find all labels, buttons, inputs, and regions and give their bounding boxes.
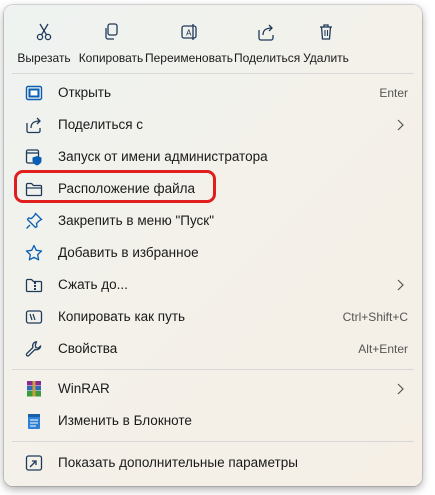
trash-icon: [320, 24, 332, 40]
delete-button[interactable]: Удалить: [301, 21, 351, 67]
menu-item-label: Добавить в избранное: [58, 245, 199, 260]
star-icon: [25, 244, 43, 261]
notepad-icon: [28, 414, 40, 429]
shortcut: Ctrl+Shift+C: [342, 310, 408, 324]
rename-label: Переименовать: [145, 51, 233, 65]
shortcut: Alt+Enter: [358, 342, 408, 356]
menu-item-label: Поделиться с: [58, 117, 144, 132]
menu-item-label: Закрепить в меню "Пуск": [58, 213, 214, 228]
share-label: Поделиться: [234, 51, 301, 65]
wrench-icon: [25, 341, 42, 357]
menu-item-share-with[interactable]: Поделиться с: [12, 109, 414, 141]
chevron-right-icon: [397, 119, 404, 131]
more-options-icon: [25, 455, 43, 471]
rename-icon: A: [181, 24, 197, 40]
cut-label: Вырезать: [17, 51, 71, 65]
copy-path-icon: [25, 310, 43, 324]
admin-shield-icon: [25, 149, 42, 166]
svg-text:A: A: [186, 29, 192, 38]
menu-item-run-as-admin[interactable]: Запуск от имени администратора: [12, 141, 414, 173]
share-button[interactable]: Поделиться: [234, 21, 301, 67]
shortcut: Enter: [379, 86, 408, 100]
menu-item-label: Изменить в Блокноте: [58, 413, 192, 428]
highlight-annotation: [14, 170, 216, 203]
copy-icon: [105, 23, 118, 40]
menu-item-show-more-options[interactable]: Показать дополнительные параметры: [12, 447, 414, 479]
menu-item-open[interactable]: Открыть Enter: [12, 77, 414, 109]
zip-folder-icon: [25, 278, 43, 293]
context-menu: Вырезать Копировать A Переименовать Поде…: [4, 5, 422, 486]
menu-item-pin-start[interactable]: Закрепить в меню "Пуск": [12, 205, 414, 237]
separator: [12, 441, 414, 442]
chevron-right-icon: [397, 279, 404, 291]
menu-item-add-favorites[interactable]: Добавить в избранное: [12, 237, 414, 269]
rename-button[interactable]: A Переименовать: [145, 21, 233, 67]
chevron-right-icon: [397, 383, 404, 395]
quick-actions-toolbar: Вырезать Копировать A Переименовать Поде…: [4, 5, 422, 71]
menu-item-properties[interactable]: Свойства Alt+Enter: [12, 333, 414, 365]
menu-item-label: Свойства: [58, 341, 118, 356]
menu-item-compress[interactable]: Сжать до...: [12, 269, 414, 301]
separator: [12, 73, 414, 74]
menu-item-notepad[interactable]: Изменить в Блокноте: [12, 405, 414, 437]
menu-item-label: Запуск от имени администратора: [58, 149, 268, 164]
separator: [12, 369, 414, 370]
menu-item-copy-path[interactable]: Копировать как путь Ctrl+Shift+C: [12, 301, 414, 333]
open-icon: [25, 85, 43, 101]
cut-button[interactable]: Вырезать: [16, 21, 72, 67]
menu-item-label: WinRAR: [58, 381, 110, 396]
share-icon: [26, 117, 41, 134]
menu-item-label: Открыть: [58, 85, 112, 100]
menu-item-label: Копировать как путь: [58, 309, 186, 324]
copy-label: Копировать: [78, 51, 144, 65]
menu-item-winrar[interactable]: WinRAR: [12, 373, 414, 405]
menu-item-label: Показать дополнительные параметры: [58, 455, 298, 470]
share-icon: [258, 24, 274, 41]
copy-button[interactable]: Копировать: [77, 21, 145, 67]
delete-label: Удалить: [303, 51, 349, 65]
pin-icon: [26, 212, 43, 229]
menu-item-label: Сжать до...: [58, 277, 128, 292]
scissors-icon: [36, 23, 52, 41]
winrar-icon: [27, 381, 41, 397]
